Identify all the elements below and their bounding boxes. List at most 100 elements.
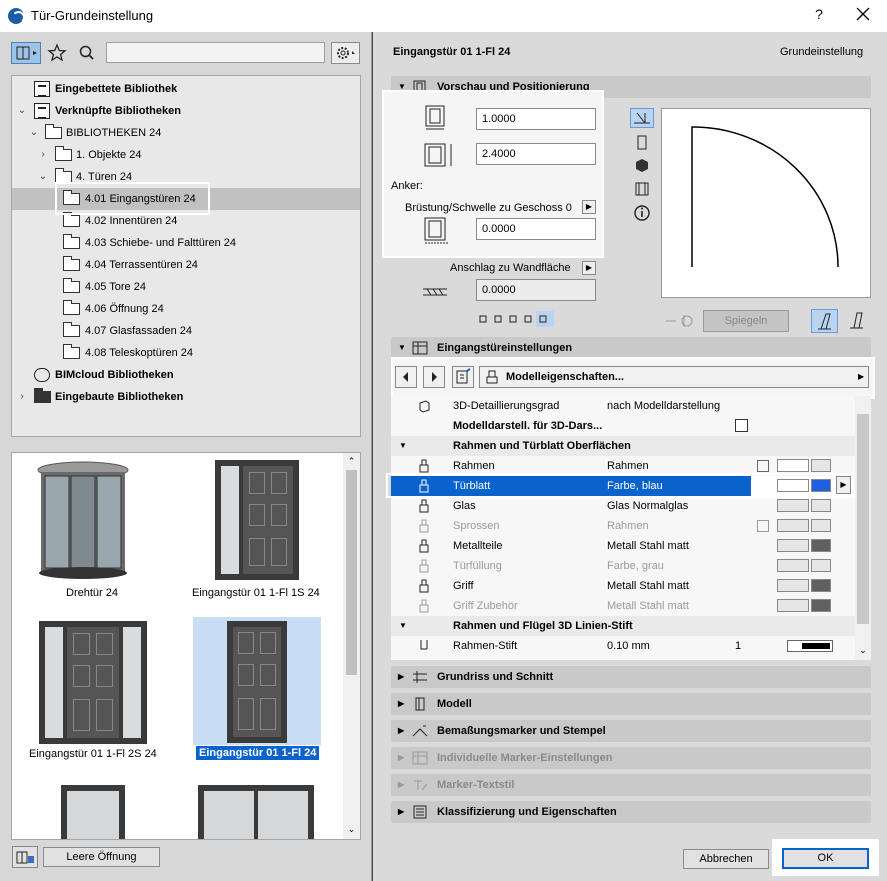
- surface-swatch[interactable]: [811, 599, 831, 612]
- mirror-button[interactable]: Spiegeln: [703, 310, 789, 332]
- empty-opening-button[interactable]: Leere Öffnung: [43, 847, 160, 867]
- gallery-thumb-selected[interactable]: [227, 621, 287, 743]
- surface-swatch[interactable]: [777, 599, 809, 612]
- chevron-down-icon[interactable]: ⌄: [17, 100, 27, 122]
- surface-swatch[interactable]: [811, 559, 831, 572]
- tree-item-objekte[interactable]: › 1. Objekte 24: [12, 144, 360, 166]
- plan-icon: [412, 670, 428, 684]
- width-input[interactable]: 1.0000: [476, 108, 596, 130]
- section-grundriss[interactable]: ▶ Grundriss und Schnitt: [391, 666, 871, 688]
- prop-row[interactable]: Metallteile Metall Stahl matt: [391, 536, 855, 556]
- star-icon[interactable]: [47, 43, 67, 63]
- edit-page-button[interactable]: [452, 366, 474, 388]
- plan-view-icon[interactable]: [630, 108, 654, 128]
- bruestung-input[interactable]: 0.0000: [476, 218, 596, 240]
- tree-item-bimcloud[interactable]: BIMcloud Bibliotheken: [12, 364, 360, 386]
- scroll-down-icon[interactable]: ⌄: [346, 824, 357, 834]
- elevation-icon[interactable]: [630, 133, 654, 153]
- library-settings-button[interactable]: [331, 42, 360, 64]
- surface-swatch[interactable]: [811, 459, 831, 472]
- page-dropdown[interactable]: Modelleigenschaften... ▶: [479, 366, 869, 388]
- prop-row[interactable]: Modelldarstell. für 3D-Dars...: [391, 416, 855, 436]
- 3d-view-icon[interactable]: [630, 156, 654, 176]
- prop-row[interactable]: 3D-Detaillierungsgrad nach Modelldarstel…: [391, 396, 855, 416]
- prop-row[interactable]: Glas Glas Normalglas: [391, 496, 855, 516]
- surface-picker-icon[interactable]: [757, 460, 769, 472]
- prop-row[interactable]: Griff Metall Stahl matt: [391, 576, 855, 596]
- tree-item-builtin[interactable]: › Eingebaute Bibliotheken: [12, 386, 360, 408]
- section-marker-text[interactable]: ▶ Marker-Textstil: [391, 774, 871, 796]
- prop-row[interactable]: Türfüllung Farbe, grau: [391, 556, 855, 576]
- gallery-scroll-thumb[interactable]: [346, 470, 357, 675]
- pen-swatch[interactable]: [787, 640, 833, 652]
- chevron-down-icon[interactable]: ⌄: [38, 166, 48, 188]
- close-icon[interactable]: [854, 5, 872, 23]
- gallery-thumb-partial[interactable]: [198, 785, 314, 839]
- surface-picker-icon[interactable]: [757, 520, 769, 532]
- tree-item-embedded[interactable]: Eingebettete Bibliothek: [12, 78, 360, 100]
- gallery-thumb-drehtuer[interactable]: [33, 460, 133, 582]
- anschlag-dropdown[interactable]: ▶: [582, 261, 596, 275]
- library-view-button[interactable]: [11, 42, 41, 64]
- scroll-up-icon[interactable]: ⌃: [346, 456, 357, 466]
- section-modell[interactable]: ▶ Modell: [391, 693, 871, 715]
- tree-item-tore[interactable]: 4.05 Tore 24: [12, 276, 360, 298]
- section-view-icon[interactable]: [630, 179, 654, 199]
- section-door-settings[interactable]: ▼ Eingangstüreinstellungen: [391, 337, 871, 359]
- tree-item-terrassen[interactable]: 4.04 Terrassentüren 24: [12, 254, 360, 276]
- prop-row[interactable]: Sprossen Rahmen: [391, 516, 855, 536]
- chevron-down-icon[interactable]: ⌄: [29, 122, 39, 144]
- surface-swatch[interactable]: [811, 519, 831, 532]
- surface-swatch[interactable]: [811, 579, 831, 592]
- gallery-thumb-1s[interactable]: [215, 460, 299, 580]
- surface-swatch[interactable]: [777, 559, 809, 572]
- surface-swatch[interactable]: [811, 539, 831, 552]
- info-icon[interactable]: [630, 203, 654, 223]
- anchor-buttons[interactable]: [477, 310, 567, 328]
- search-input[interactable]: [106, 42, 325, 63]
- folder-icon: [63, 322, 80, 337]
- gallery-label: Eingangstür 01 1-Fl 1S 24: [192, 587, 320, 599]
- help-button[interactable]: ?: [812, 6, 826, 22]
- surface-swatch[interactable]: [777, 499, 809, 512]
- opening-side-left-icon[interactable]: [811, 309, 838, 333]
- cancel-button[interactable]: Abbrechen: [683, 849, 769, 869]
- property-scroll-thumb[interactable]: [857, 414, 869, 624]
- surface-swatch[interactable]: [777, 459, 809, 472]
- bimcloud-icon: [34, 368, 50, 382]
- next-page-button[interactable]: [423, 366, 445, 388]
- tree-item-teleskop[interactable]: 4.08 Teleskoptüren 24: [12, 342, 360, 364]
- search-icon[interactable]: [77, 43, 97, 63]
- tree-item-schiebe[interactable]: 4.03 Schiebe- und Falttüren 24: [12, 232, 360, 254]
- scroll-down-icon[interactable]: ⌄: [857, 645, 869, 656]
- highlight-frame: [55, 182, 210, 215]
- prop-group[interactable]: ▼ Rahmen und Türblatt Oberflächen: [391, 436, 855, 456]
- chevron-right-icon[interactable]: ›: [17, 386, 27, 408]
- surface-swatch[interactable]: [811, 499, 831, 512]
- chevron-right-icon[interactable]: ›: [38, 144, 48, 166]
- prop-group[interactable]: ▼ Rahmen und Flügel 3D Linien-Stift: [391, 616, 855, 636]
- row-dropdown[interactable]: ▶: [836, 476, 851, 494]
- gallery-thumb-2s[interactable]: [39, 621, 147, 744]
- ok-button[interactable]: OK: [782, 848, 869, 869]
- opening-side-right-icon[interactable]: [844, 309, 871, 333]
- anschlag-input[interactable]: 0.0000: [476, 279, 596, 301]
- section-individuelle[interactable]: ▶ Individuelle Marker-Einstellungen: [391, 747, 871, 769]
- bruestung-dropdown[interactable]: ▶: [582, 200, 596, 214]
- tree-item-linked[interactable]: ⌄ Verknüpfte Bibliotheken: [12, 100, 360, 122]
- checkbox[interactable]: [735, 419, 748, 432]
- surface-swatch[interactable]: [777, 539, 809, 552]
- surface-swatch[interactable]: [777, 519, 809, 532]
- tree-item-bibliotheken[interactable]: ⌄ BIBLIOTHEKEN 24: [12, 122, 360, 144]
- prop-row[interactable]: Griff Zubehör Metall Stahl matt: [391, 596, 855, 616]
- height-input[interactable]: 2.4000: [476, 143, 596, 165]
- section-bemassung[interactable]: ▶ Bemaßungsmarker und Stempel: [391, 720, 871, 742]
- section-klassifizierung[interactable]: ▶ Klassifizierung und Eigenschaften: [391, 801, 871, 823]
- tree-item-oeffnung[interactable]: 4.06 Öffnung 24: [12, 298, 360, 320]
- library-manager-button[interactable]: [12, 846, 38, 868]
- surface-swatch[interactable]: [777, 579, 809, 592]
- tree-item-glasfassaden[interactable]: 4.07 Glasfassaden 24: [12, 320, 360, 342]
- gallery-thumb-partial[interactable]: [61, 785, 125, 839]
- prev-page-button[interactable]: [395, 366, 417, 388]
- prop-row[interactable]: Rahmen-Stift 0.10 mm 1: [391, 636, 855, 656]
